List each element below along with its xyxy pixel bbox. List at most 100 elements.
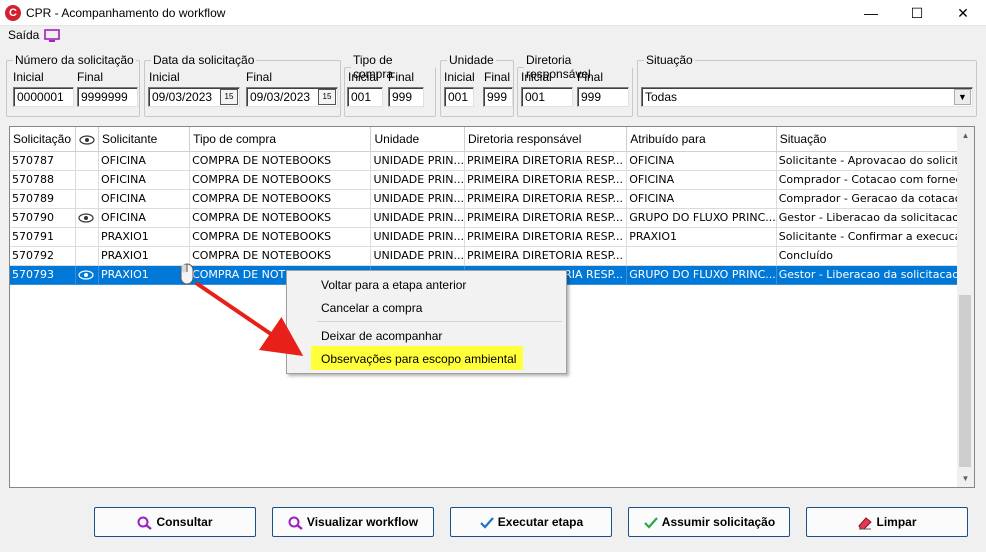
unidade-group: Unidade (440, 53, 514, 117)
chevron-down-icon[interactable]: ▼ (954, 89, 971, 105)
cell-tipo: COMPRA DE NOTEBOOKS (189, 189, 372, 209)
situacao-group: Situação (637, 53, 977, 117)
scroll-up-icon[interactable]: ▲ (957, 127, 974, 144)
menu-saida[interactable]: Saída (8, 28, 39, 42)
cell-solicitante: OFICINA (98, 170, 191, 190)
column-header[interactable]: Solicitante (98, 127, 191, 152)
cell-diretoria: PRIMEIRA DIRETORIA RESP... (464, 151, 628, 171)
close-button[interactable]: ✕ (940, 0, 986, 26)
assumir-solicitacao-button[interactable]: Assumir solicitação (628, 507, 790, 537)
grid-table: Solicitação Solicitante Tipo de compra Unid… (10, 127, 974, 285)
unidade-final-input[interactable]: 999 (483, 87, 513, 107)
executar-label: Executar etapa (497, 515, 584, 529)
menu-item-deixar-acompanhar[interactable]: Deixar de acompanhar (321, 329, 442, 343)
checkmark-icon (480, 517, 494, 529)
executar-etapa-button[interactable]: Executar etapa (450, 507, 612, 537)
table-row[interactable]: 570788 OFICINA COMPRA DE NOTEBOOKS UNIDADE … (10, 170, 974, 190)
diretoria-inicial-input[interactable]: 001 (521, 87, 573, 107)
menu-separator (317, 321, 562, 322)
eye-cell (75, 227, 99, 247)
assumir-label: Assumir solicitação (661, 515, 776, 529)
table-row[interactable]: 570790 OFICINA COMPRA DE NOTEBOOKS UNIDADE … (10, 208, 974, 228)
cell-solicitacao: 570791 (10, 227, 76, 247)
header-eye-icon[interactable] (75, 127, 99, 152)
cell-unidade: UNIDADE PRIN... (370, 189, 465, 209)
cell-situacao: Concluído (776, 246, 974, 266)
column-header[interactable]: Tipo de compra (189, 127, 372, 152)
numero-final-label: Final (77, 70, 104, 84)
column-header[interactable]: Solicitação (10, 127, 76, 152)
unidade-final-label: Final (484, 70, 511, 84)
column-header[interactable]: Diretoria responsável (464, 127, 628, 152)
app-logo-icon: C (5, 5, 21, 21)
diretoria-inicial-label: Inicial (521, 70, 552, 84)
cell-situacao: Gestor - Liberacao da solicitacao ... (776, 208, 974, 228)
cell-solicitante: PRAXIO1 (98, 227, 191, 247)
cell-solicitacao: 570788 (10, 170, 76, 190)
maximize-button[interactable]: ☐ (894, 0, 940, 26)
numero-inicial-input[interactable]: 0000001 (13, 87, 74, 107)
cell-atribuido (626, 246, 777, 266)
checkmark-icon (644, 517, 658, 529)
numero-final-input[interactable]: 9999999 (77, 87, 138, 107)
scroll-down-icon[interactable]: ▼ (957, 470, 974, 487)
unidade-inicial-label: Inicial (444, 70, 475, 84)
situacao-legend: Situação (646, 53, 693, 67)
menu-item-observacoes[interactable]: Observações para escopo ambiental (321, 352, 516, 366)
visualizar-workflow-button[interactable]: Visualizar workflow (272, 507, 434, 537)
grid-header: Solicitação Solicitante Tipo de compra Unid… (10, 127, 974, 152)
tipo-final-input[interactable]: 999 (388, 87, 424, 107)
cell-diretoria: PRIMEIRA DIRETORIA RESP... (464, 170, 628, 190)
cell-unidade: UNIDADE PRIN... (370, 170, 465, 190)
tipo-group: Tipo de compra (344, 53, 436, 117)
menu-bar: Saída (0, 26, 986, 46)
cell-atribuido: PRAXIO1 (626, 227, 777, 247)
cell-atribuido: OFICINA (626, 170, 777, 190)
numero-legend: Número da solicitação (15, 53, 134, 67)
calendar-inicial-icon[interactable]: 15 (220, 89, 238, 105)
scroll-thumb[interactable] (959, 295, 971, 467)
cell-atribuido: GRUPO DO FLUXO PRINC... (626, 265, 777, 285)
menu-item-cancelar[interactable]: Cancelar a compra (321, 301, 422, 315)
situacao-select[interactable]: Todas (641, 87, 973, 107)
title-bar: C CPR - Acompanhamento do workflow — ☐ ✕ (0, 0, 986, 26)
numero-group: Número da solicitação (6, 53, 140, 117)
minimize-button[interactable]: — (848, 0, 894, 26)
unidade-legend: Unidade (449, 53, 494, 67)
eye-icon (75, 208, 99, 228)
cell-solicitante: PRAXIO1 (98, 265, 191, 285)
cell-solicitante: PRAXIO1 (98, 246, 191, 266)
data-legend: Data da solicitação (153, 53, 255, 67)
search-icon (288, 516, 303, 530)
table-row[interactable]: 570791 PRAXIO1 COMPRA DE NOTEBOOKS UNIDADE … (10, 227, 974, 247)
limpar-button[interactable]: Limpar (806, 507, 968, 537)
cell-situacao: Solicitante - Aprovacao do solicit... (776, 151, 974, 171)
unidade-inicial-input[interactable]: 001 (444, 87, 474, 107)
table-row[interactable]: 570789 OFICINA COMPRA DE NOTEBOOKS UNIDADE … (10, 189, 974, 209)
vertical-scrollbar[interactable]: ▲ ▼ (957, 127, 974, 487)
cell-solicitante: OFICINA (98, 189, 191, 209)
diretoria-final-input[interactable]: 999 (577, 87, 629, 107)
menu-item-voltar[interactable]: Voltar para a etapa anterior (321, 278, 466, 292)
grid-body: 570787 OFICINA COMPRA DE NOTEBOOKS UNIDADE … (10, 151, 974, 285)
limpar-label: Limpar (876, 515, 917, 529)
monitor-icon[interactable] (44, 29, 60, 43)
tipo-inicial-input[interactable]: 001 (347, 87, 383, 107)
eraser-icon (858, 517, 873, 530)
table-row[interactable]: 570787 OFICINA COMPRA DE NOTEBOOKS UNIDADE … (10, 151, 974, 171)
calendar-final-icon[interactable]: 15 (318, 89, 336, 105)
column-header[interactable]: Unidade (370, 127, 465, 152)
table-row[interactable]: 570792 PRAXIO1 COMPRA DE NOTEBOOKS UNIDADE … (10, 246, 974, 266)
eye-cell (75, 189, 99, 209)
cell-situacao: Solicitante - Confirmar a execuca... (776, 227, 974, 247)
data-group: Data da solicitação (144, 53, 341, 117)
column-header[interactable]: Atribuído para (626, 127, 777, 152)
diretoria-group: Diretoria responsável (517, 53, 633, 117)
cell-situacao: Comprador - Cotacao com fornec... (776, 170, 974, 190)
cell-diretoria: PRIMEIRA DIRETORIA RESP... (464, 246, 628, 266)
consultar-button[interactable]: Consultar (94, 507, 256, 537)
cell-solicitacao: 570787 (10, 151, 76, 171)
cell-unidade: UNIDADE PRIN... (370, 246, 465, 266)
column-header[interactable]: Situação (776, 127, 974, 152)
cell-solicitacao: 570792 (10, 246, 76, 266)
